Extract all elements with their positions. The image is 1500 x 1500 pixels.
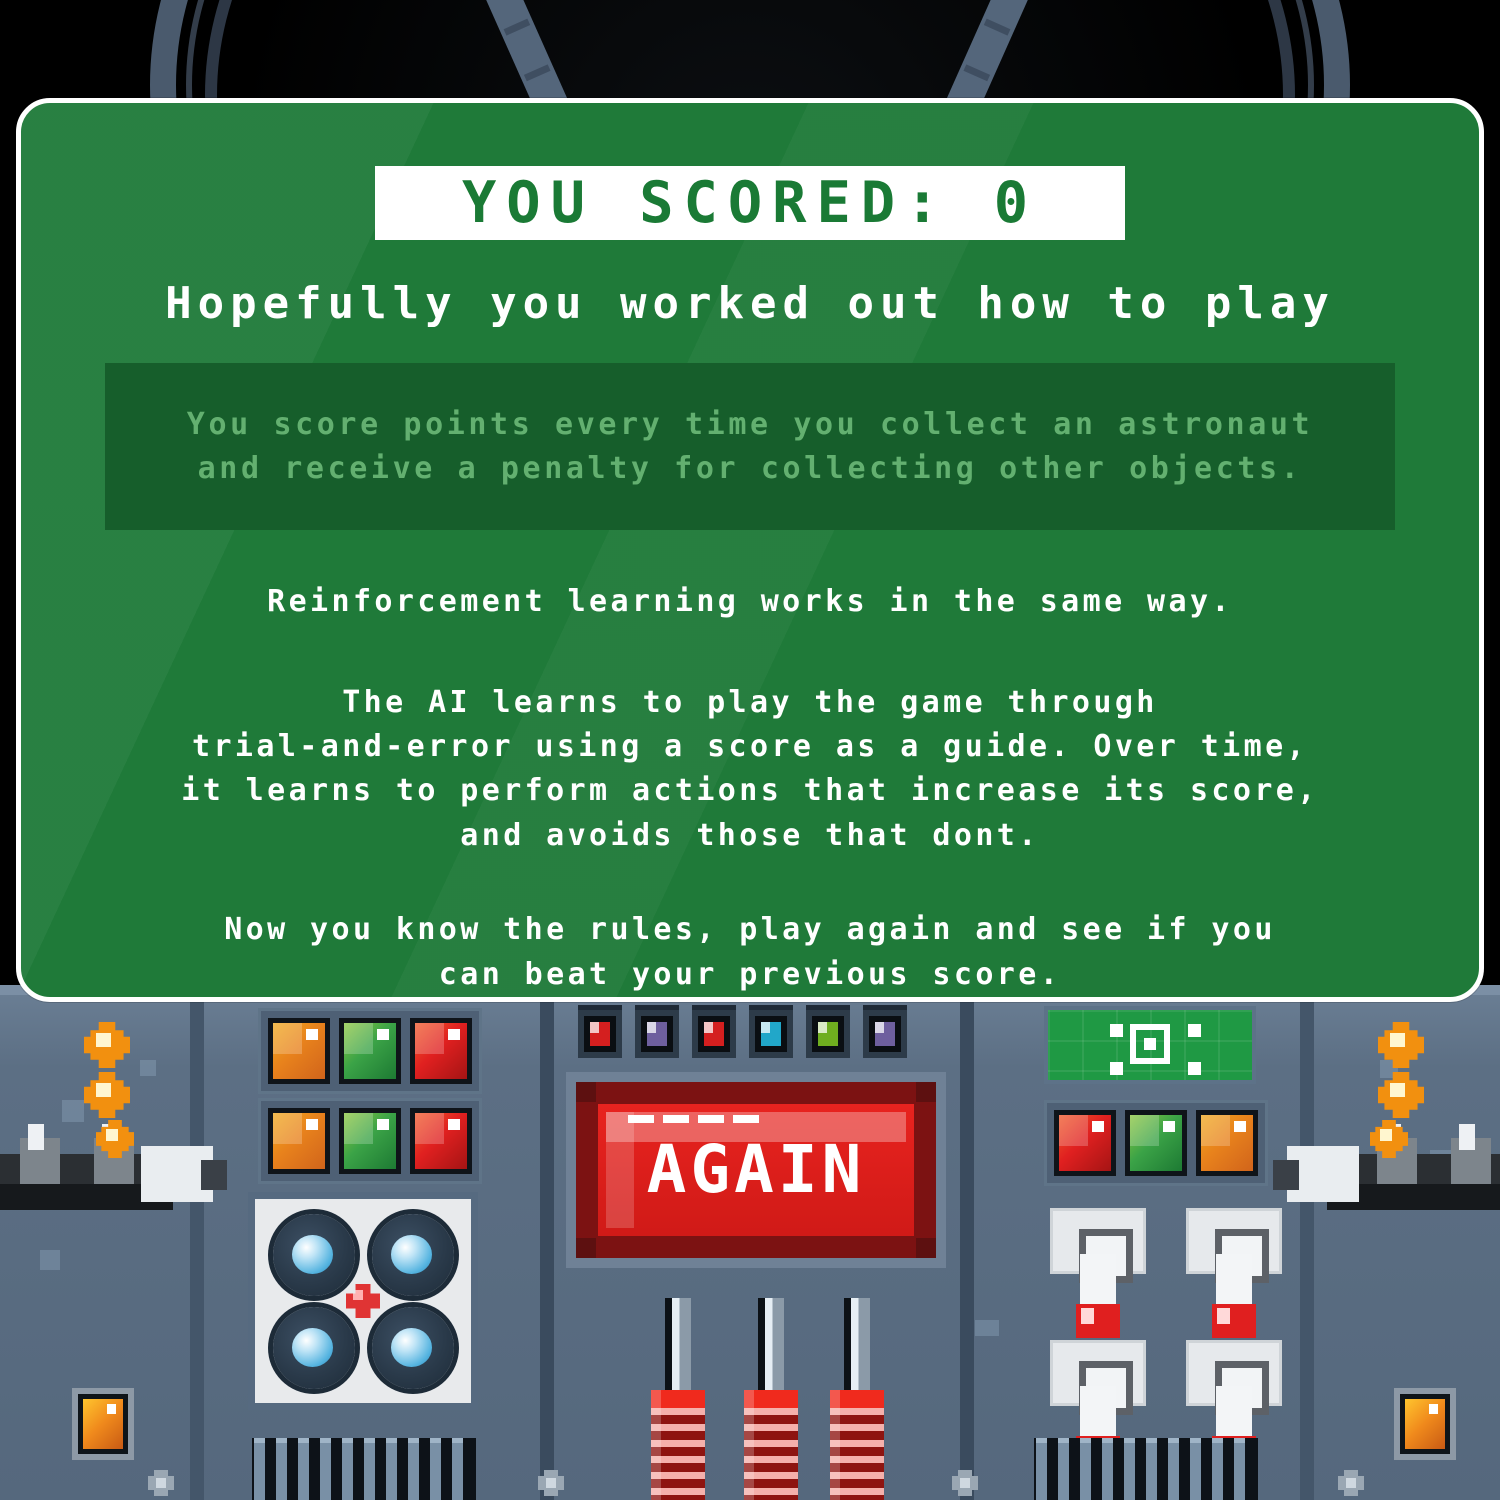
bay-separator <box>540 995 554 1500</box>
scoring-info-box: You score points every time you collect … <box>105 363 1395 531</box>
dial-knob[interactable] <box>272 1306 355 1389</box>
radar-screen <box>1044 1006 1256 1084</box>
corner-light-left[interactable] <box>72 1388 134 1460</box>
screw-bolt <box>1338 1470 1364 1496</box>
mini-light-red[interactable] <box>578 1005 622 1058</box>
bay-separator <box>960 995 974 1500</box>
toggle-switch[interactable] <box>1186 1208 1282 1338</box>
lamp-green[interactable] <box>339 1018 401 1084</box>
button-dash-decor <box>628 1115 759 1123</box>
lever-control[interactable] <box>651 1298 705 1500</box>
lamp-orange[interactable] <box>1196 1110 1258 1176</box>
game-screen: AGAIN YOU SCORED: 0 Hopefully you worked… <box>0 0 1500 1500</box>
lamp-orange[interactable] <box>268 1018 330 1084</box>
lever-control[interactable] <box>744 1298 798 1500</box>
paragraph-2-line-1: The AI learns to play the game through <box>342 684 1158 720</box>
panel-speckle <box>62 1100 84 1122</box>
left-cannon <box>0 1120 227 1235</box>
dial-knob[interactable] <box>371 1306 454 1389</box>
vent-grille-left <box>252 1438 476 1500</box>
mini-light-strip[interactable] <box>578 1005 907 1058</box>
lamp-green[interactable] <box>1125 1110 1187 1176</box>
lamp-red[interactable] <box>1054 1110 1116 1176</box>
paragraph-1: Reinforcement learning works in the same… <box>267 584 1233 620</box>
paragraph-3-line-2: can beat your previous score. <box>438 956 1062 992</box>
button-highlight-side <box>606 1112 634 1228</box>
lamp-red[interactable] <box>410 1018 472 1084</box>
screw-bolt <box>148 1470 174 1496</box>
lever-control[interactable] <box>830 1298 884 1500</box>
again-button-housing: AGAIN <box>566 1072 946 1268</box>
panel-speckle <box>975 1320 999 1336</box>
paragraph-3-line-1: Now you know the rules, play again and s… <box>224 912 1276 948</box>
modal-body-copy: Reinforcement learning works in the same… <box>21 580 1479 997</box>
mini-light-red[interactable] <box>692 1005 736 1058</box>
paragraph-2-line-2: trial-and-error using a score as a guide… <box>192 729 1308 765</box>
radar-crosshair-icon <box>1130 1023 1170 1064</box>
lamp-orange[interactable] <box>268 1108 330 1174</box>
dial-knob[interactable] <box>371 1213 454 1296</box>
screw-bolt <box>538 1470 564 1496</box>
play-again-button[interactable]: AGAIN <box>598 1104 914 1236</box>
right-cannon <box>1273 1120 1500 1235</box>
right-lamp-bank[interactable] <box>1044 1100 1268 1186</box>
left-lamp-bank-bottom[interactable] <box>258 1098 482 1184</box>
modal-headline: Hopefully you worked out how to play <box>165 278 1335 330</box>
paragraph-2-line-4: and avoids those that dont. <box>460 817 1040 853</box>
dial-knob[interactable] <box>272 1213 355 1296</box>
mini-light-green[interactable] <box>806 1005 850 1058</box>
lamp-green[interactable] <box>339 1108 401 1174</box>
mini-light-cyan[interactable] <box>749 1005 793 1058</box>
toggle-switch[interactable] <box>1050 1208 1146 1338</box>
mini-light-purple[interactable] <box>635 1005 679 1058</box>
bay-separator <box>1300 995 1314 1500</box>
score-banner: YOU SCORED: 0 <box>375 166 1125 241</box>
mini-light-purple[interactable] <box>863 1005 907 1058</box>
dial-center-button[interactable] <box>346 1284 380 1318</box>
bay-separator <box>190 995 204 1500</box>
dial-panel[interactable] <box>248 1192 478 1410</box>
vent-grille-right <box>1034 1438 1258 1500</box>
info-line-1: You score points every time you collect … <box>186 407 1314 443</box>
play-again-label: AGAIN <box>646 1131 866 1208</box>
screw-bolt <box>952 1470 978 1496</box>
panel-speckle <box>140 1060 156 1076</box>
corner-light-right[interactable] <box>1394 1388 1456 1460</box>
paragraph-2-line-3: it learns to perform actions that increa… <box>181 773 1319 809</box>
info-line-2: and receive a penalty for collecting oth… <box>197 450 1303 486</box>
lamp-red[interactable] <box>410 1108 472 1174</box>
panel-speckle <box>40 1250 60 1270</box>
left-lamp-bank-top[interactable] <box>258 1008 482 1094</box>
game-over-modal: YOU SCORED: 0 Hopefully you worked out h… <box>16 98 1484 1002</box>
